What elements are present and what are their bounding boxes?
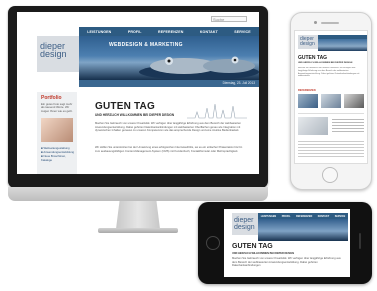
nav-item-kontakt[interactable]: KONTAKT — [200, 30, 218, 34]
landscape-title: GUTEN TAG — [232, 243, 273, 250]
second-paragraph: Wir Hoffen Sie unterstützen bei der Umse… — [95, 146, 243, 153]
skyline-graphic — [187, 103, 247, 119]
nav-item-profil[interactable]: PROFIL — [128, 30, 142, 34]
landscape-logo-line1: dieper — [234, 217, 254, 224]
search-input[interactable]: Suche — [211, 16, 247, 22]
content-thumb[interactable] — [298, 117, 328, 135]
logo[interactable]: dieper design — [40, 42, 80, 59]
mobile-section-label: REFERENZEN — [298, 89, 316, 92]
page-subtitle: UND HERZLICH WILLKOMMEN BEI DIEPER DESIG… — [95, 113, 175, 117]
intro-paragraph: Machen Sie Gebrauch von unserer Kreativi… — [95, 122, 241, 133]
nav-item-service[interactable]: SERVICE — [234, 30, 250, 34]
nav-item-service[interactable]: SERVICE — [335, 215, 345, 218]
nav-item-leistungen[interactable]: LEISTUNGEN — [261, 215, 276, 218]
imac-screen: Suche LEISTUNGEN PROFIL REFERENZEN KONTA… — [17, 12, 259, 174]
home-button[interactable] — [322, 167, 338, 183]
date-bar: Dienstag, 23. Juli 2013 — [79, 80, 259, 87]
landscape-banner — [258, 219, 348, 241]
sidebar-link[interactable]: ■ Neue Broschüren, Kataloge — [41, 154, 77, 162]
home-button[interactable] — [206, 236, 220, 250]
portfolio-image[interactable] — [41, 118, 73, 142]
mobile-logo-line2: design — [300, 41, 315, 47]
main-nav: LEISTUNGEN PROFIL REFERENZEN KONTAKT SER… — [79, 27, 259, 36]
landscape-paragraph: Machen Sie Gebrauch von unserer Kreativi… — [232, 257, 341, 268]
mobile-paragraph: Machen Sie Gebrauch von unserer Kreativi… — [298, 67, 360, 78]
hero-banner: WEBDESIGN & MARKETING — [79, 36, 259, 80]
banner-title: WEBDESIGN & MARKETING — [109, 42, 183, 48]
divider — [298, 113, 364, 114]
landscape-logo[interactable]: dieper design — [232, 213, 258, 231]
landscape-logo-line2: design — [234, 224, 255, 231]
imac-chin — [8, 187, 268, 201]
sidebar-title: Portfolio — [41, 95, 62, 101]
date-text: Dienstag, 23. Juli 2013 — [222, 81, 255, 85]
mobile-logo-box: dieper design — [298, 35, 318, 49]
landscape-logo-box: dieper design — [232, 213, 258, 235]
mobile-title: GUTEN TAG — [298, 55, 328, 61]
logo-line2: design — [40, 49, 67, 59]
nav-item-profil[interactable]: PROFIL — [282, 215, 291, 218]
nav-item-kontakt[interactable]: KONTAKT — [318, 215, 330, 218]
reference-thumb[interactable] — [298, 94, 318, 108]
nav-item-leistungen[interactable]: LEISTUNGEN — [87, 30, 111, 34]
sidebar-links: ■ Webseitengestaltung ■ Anwendungsentwic… — [41, 146, 77, 162]
sidebar-text: Ein gutes Foto sagt mehr als tausend Wor… — [41, 102, 73, 113]
sidebar: Portfolio Ein gutes Foto sagt mehr als t… — [37, 92, 77, 174]
mobile-banner — [318, 39, 367, 51]
iphone-landscape-screen: dieper design LEISTUNGEN PROFIL REFERENZ… — [224, 209, 350, 277]
speaker-icon — [359, 233, 361, 249]
reference-thumb[interactable] — [344, 94, 364, 108]
camera-icon — [314, 21, 317, 24]
text-lines — [332, 119, 364, 133]
iphone-portrait-screen: dieper design GUTEN TAG UND HERZLICH WIL… — [294, 30, 368, 164]
page-title: GUTEN TAG — [95, 101, 155, 112]
speaker-icon — [321, 22, 339, 24]
nav-item-referenzen[interactable]: REFERENZEN — [158, 30, 183, 34]
mobile-subtitle: UND HERZLICH WILLKOMMEN BEI DIEPER DESIG… — [298, 62, 353, 64]
reference-thumb[interactable] — [321, 94, 341, 108]
landscape-subtitle: UND HERZLICH WILLKOMMEN BEI DIEPER DESIG… — [232, 252, 295, 255]
text-lines — [298, 141, 364, 157]
imac-base — [98, 228, 178, 233]
nav-item-referenzen[interactable]: REFERENZEN — [296, 215, 312, 218]
imac-stand — [116, 201, 160, 229]
